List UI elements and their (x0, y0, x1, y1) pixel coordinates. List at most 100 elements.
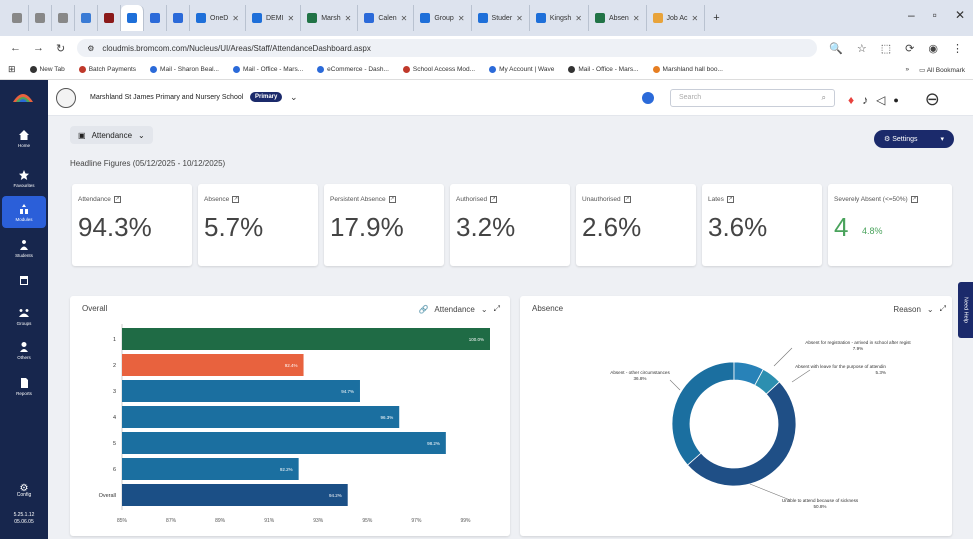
export-icon[interactable]: ↗ (113, 196, 121, 203)
browser-tab[interactable]: Group ✕ (414, 5, 472, 31)
bookmark-item[interactable]: Mail - Office - Mars... (232, 66, 303, 73)
sidebar-item-home[interactable]: Home (2, 122, 46, 154)
bar[interactable] (122, 406, 400, 428)
more-bookmarks-icon[interactable]: » (905, 66, 909, 74)
user-avatar-icon[interactable]: ⊖ (925, 89, 940, 110)
sync-icon[interactable]: ⟳ (905, 42, 914, 55)
record-icon[interactable]: ● (893, 95, 898, 105)
sidebar-item-others[interactable]: Others (2, 334, 46, 366)
browser-tab[interactable]: Absen ✕ (589, 5, 647, 31)
back-icon[interactable]: ← (10, 42, 21, 54)
browser-tab[interactable] (144, 5, 167, 31)
sidebar-item-groups[interactable]: Groups (2, 300, 46, 332)
bookmark-item[interactable]: Batch Payments (78, 66, 136, 73)
dashboard-select[interactable]: ▣ Attendance ⌄ (70, 126, 153, 144)
forward-icon[interactable]: → (33, 42, 44, 54)
school-name[interactable]: Marshland St James Primary and Nursery S… (90, 94, 243, 101)
sidebar-item-reports[interactable]: Reports (2, 370, 46, 402)
export-icon[interactable]: ↗ (232, 196, 240, 203)
tab-close-icon[interactable]: ✕ (692, 14, 699, 23)
export-icon[interactable]: ↗ (388, 196, 396, 203)
settings-button[interactable]: ⚙ Settings ▾ (874, 130, 954, 148)
tab-close-icon[interactable]: ✕ (345, 14, 352, 23)
kpi-card[interactable]: Absence ↗ 5.7% (198, 184, 318, 266)
browser-tab[interactable]: Calen ✕ (358, 5, 415, 31)
all-bookmarks[interactable]: ▭ All Bookmark (919, 66, 965, 74)
browser-tab[interactable]: Job Ac ✕ (647, 5, 706, 31)
export-icon[interactable]: ↗ (490, 196, 498, 203)
export-icon[interactable]: ↗ (726, 196, 734, 203)
tab-close-icon[interactable]: ✕ (575, 14, 582, 23)
kpi-card[interactable]: Unauthorised ↗ 2.6% (576, 184, 696, 266)
browser-tab[interactable] (52, 5, 75, 31)
tab-close-icon[interactable]: ✕ (633, 14, 640, 23)
sidebar-item-modules[interactable]: Modules (2, 196, 46, 228)
browser-tab[interactable] (75, 5, 98, 31)
profile-icon[interactable]: ◉ (928, 42, 938, 55)
search-input[interactable]: Search ⌕ (670, 89, 835, 107)
close-icon[interactable]: ✕ (955, 8, 965, 22)
browser-tab[interactable] (167, 5, 190, 31)
bar[interactable] (122, 458, 299, 480)
tab-close-icon[interactable]: ✕ (516, 14, 523, 23)
sidebar-item-timetable[interactable] (2, 264, 46, 296)
bookmark-item[interactable]: Mail - Sharon Beal... (150, 66, 219, 73)
kpi-card[interactable]: Authorised ↗ 3.2% (450, 184, 570, 266)
apps-icon[interactable]: ⊞ (8, 64, 16, 75)
browser-tab[interactable] (98, 5, 121, 31)
chat-icon[interactable] (642, 92, 654, 104)
bar[interactable] (122, 354, 304, 376)
need-help-button[interactable]: Need Help (958, 282, 973, 338)
bookmark-item[interactable]: eCommerce - Dash... (317, 66, 389, 73)
site-info-icon[interactable]: ⚙ (87, 44, 94, 53)
bookmark-item[interactable]: School Access Mod... (402, 66, 475, 73)
maximize-icon[interactable]: ▫ (933, 8, 937, 22)
kpi-card[interactable]: Lates ↗ 3.6% (702, 184, 822, 266)
browser-tab[interactable] (121, 5, 144, 31)
chevron-down-icon[interactable]: ⌄ (290, 92, 298, 103)
bar[interactable] (122, 328, 490, 350)
reload-icon[interactable]: ↻ (56, 42, 65, 55)
megaphone-icon[interactable]: ◁ (876, 93, 885, 107)
tab-close-icon[interactable]: ✕ (458, 14, 465, 23)
tab-close-icon[interactable]: ✕ (288, 14, 295, 23)
url-field[interactable]: ⚙ cloudmis.bromcom.com/Nucleus/UI/Areas/… (77, 39, 818, 57)
sidebar-item-students[interactable]: Students (2, 232, 46, 264)
browser-tab[interactable]: Studer ✕ (472, 5, 530, 31)
bar[interactable] (122, 432, 446, 454)
new-tab-icon[interactable]: + (713, 12, 719, 24)
minimize-icon[interactable]: – (908, 8, 915, 22)
bookmark-star-icon[interactable]: ☆ (857, 42, 867, 55)
bar[interactable] (122, 380, 360, 402)
notification-bell-icon[interactable]: ♪ (862, 93, 868, 107)
kpi-card[interactable]: Attendance ↗ 94.3% (72, 184, 192, 266)
browser-tab[interactable] (29, 5, 52, 31)
bookmark-item[interactable]: My Account | Wave (489, 66, 554, 73)
bromcom-logo-icon[interactable] (12, 90, 34, 104)
donut-slice[interactable] (686, 381, 797, 487)
browser-tab[interactable]: Marsh ✕ (301, 5, 359, 31)
sidebar-item-favourites[interactable]: Favourites (2, 162, 46, 194)
export-icon[interactable]: ↗ (623, 196, 631, 203)
export-icon[interactable]: ↗ (910, 196, 918, 203)
tab-close-icon[interactable]: ✕ (401, 14, 408, 23)
config-button[interactable]: ⚙ Config (0, 484, 48, 499)
browser-tab[interactable] (6, 5, 29, 31)
extensions-icon[interactable]: ⬚ (881, 42, 891, 55)
menu-icon[interactable]: ⋮ (952, 42, 963, 55)
kpi-card[interactable]: Persistent Absence ↗ 17.9% (324, 184, 444, 266)
browser-tab[interactable]: Kingsh ✕ (530, 5, 589, 31)
browser-tab[interactable]: DEMI ✕ (246, 5, 302, 31)
kpi-card[interactable]: Severely Absent (<=50%) ↗ 4 4.8% (828, 184, 952, 266)
flame-icon[interactable]: ♦ (848, 93, 854, 107)
zoom-icon[interactable]: 🔍 (829, 42, 843, 55)
bookmark-item[interactable]: Marshland hall boo... (652, 66, 723, 73)
kpi-value: 4 (834, 212, 849, 242)
bookmark-item[interactable]: New Tab (29, 66, 65, 73)
browser-tab[interactable]: OneD ✕ (190, 5, 246, 31)
tab-close-icon[interactable]: ✕ (232, 14, 239, 23)
donut-slice[interactable] (671, 361, 735, 466)
search-icon[interactable]: ⌕ (822, 93, 826, 103)
bar[interactable] (122, 484, 348, 506)
bookmark-item[interactable]: Mail - Office - Mars... (568, 66, 639, 73)
